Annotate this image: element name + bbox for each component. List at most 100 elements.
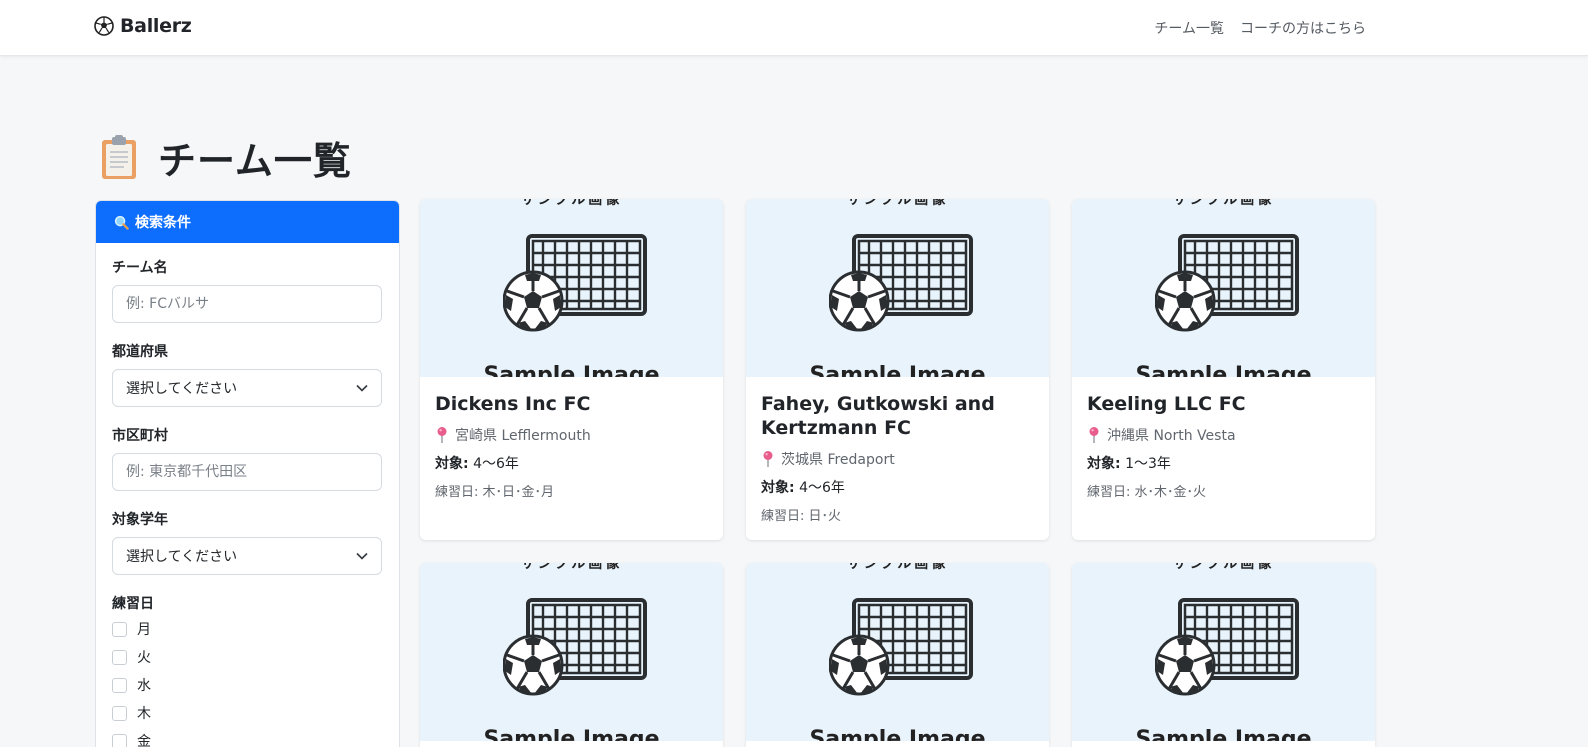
target-label: 対象: <box>435 455 469 472</box>
team-image: サンプル画像 Sample Image <box>1072 563 1375 741</box>
team-location-text: 茨城県 Fredaport <box>781 451 895 468</box>
days-group: 練習日 月 火 水 木 金 <box>112 593 383 747</box>
image-caption: Sample Image <box>483 727 660 741</box>
image-caption: Sample Image <box>1135 363 1312 377</box>
day-label: 月 <box>137 622 151 638</box>
team-target: 対象: 4〜6年 <box>435 453 708 473</box>
team-name-group: チーム名 <box>112 257 383 323</box>
magnifier-icon <box>114 215 129 230</box>
day-checkbox-thu[interactable]: 木 <box>112 699 383 727</box>
checkbox[interactable] <box>112 677 127 693</box>
day-label: 木 <box>137 706 151 722</box>
prefecture-label: 都道府県 <box>112 344 168 360</box>
team-image: サンプル画像 Sample Image <box>746 563 1049 741</box>
team-location: 茨城県 Fredaport <box>761 449 1034 469</box>
days-label: 練習日 <box>112 596 154 612</box>
day-label: 水 <box>137 678 151 694</box>
brand-link[interactable]: Ballerz <box>94 15 192 37</box>
nav-link-team-list[interactable]: チーム一覧 <box>1154 18 1224 38</box>
team-target: 対象: 4〜6年 <box>761 477 1034 497</box>
clipboard-icon <box>102 134 136 179</box>
day-checkbox-wed[interactable]: 水 <box>112 671 383 699</box>
search-header-label: 検索条件 <box>135 215 191 231</box>
team-image: サンプル画像 Sample Image <box>746 199 1049 377</box>
prefecture-select-value: 選択してください <box>126 381 238 397</box>
soccer-goal-icon <box>1155 234 1299 332</box>
search-form: チーム名 都道府県 選択してください 市区町村 対象学年 選択してください 練習… <box>96 243 399 747</box>
navbar: Ballerz チーム一覧 コーチの方はこちら <box>0 0 1588 56</box>
target-value: 1〜3年 <box>1125 455 1171 472</box>
team-practice-days: 練習日: 木･日･金･月 <box>435 484 555 500</box>
team-practice-days: 練習日: 水･木･金･火 <box>1087 484 1207 500</box>
day-checkbox-fri[interactable]: 金 <box>112 727 383 747</box>
image-caption: Sample Image <box>483 363 660 377</box>
nav-link-coach[interactable]: コーチの方はこちら <box>1240 18 1366 38</box>
image-caption-top: サンプル画像 <box>846 563 949 572</box>
page-title-text: チーム一覧 <box>158 139 352 183</box>
image-caption: Sample Image <box>1135 727 1312 741</box>
round-pushpin-icon <box>437 426 447 443</box>
day-checkbox-tue[interactable]: 火 <box>112 643 383 671</box>
grade-select-value: 選択してください <box>126 549 238 565</box>
team-image: サンプル画像 Sample Image <box>420 563 723 741</box>
day-label: 火 <box>137 650 151 666</box>
team-location: 宮崎県 Lefflermouth <box>435 425 708 445</box>
checkbox[interactable] <box>112 621 127 637</box>
image-caption-top: サンプル画像 <box>846 199 949 208</box>
round-pushpin-icon <box>1089 426 1099 443</box>
card-body: Fahey, Gutkowski and Kertzmann FC 茨城県 Fr… <box>746 377 1049 540</box>
target-value: 4〜6年 <box>799 479 845 496</box>
prefecture-group: 都道府県 選択してください <box>112 341 383 407</box>
team-location-text: 宮崎県 Lefflermouth <box>455 427 591 444</box>
soccer-goal-icon <box>829 234 973 332</box>
image-caption: Sample Image <box>809 727 986 741</box>
image-caption-top: サンプル画像 <box>1172 199 1275 208</box>
day-label: 金 <box>137 734 151 747</box>
search-panel: 検索条件 チーム名 都道府県 選択してください 市区町村 対象学年 選択してくだ… <box>95 200 400 747</box>
target-value: 4〜6年 <box>473 455 519 472</box>
image-caption-top: サンプル画像 <box>520 563 623 572</box>
team-name[interactable]: Keeling LLC FC <box>1087 393 1360 417</box>
team-card[interactable]: サンプル画像 Sample Image Keeling LLC FC 沖縄県 N… <box>1072 199 1375 540</box>
prefecture-select[interactable]: 選択してください <box>112 369 382 407</box>
grade-select[interactable]: 選択してください <box>112 537 382 575</box>
team-card[interactable]: サンプル画像 Sample Image <box>1072 563 1375 747</box>
team-card[interactable]: サンプル画像 Sample Image Dickens Inc FC 宮崎県 L… <box>420 199 723 540</box>
team-name[interactable]: Dickens Inc FC <box>435 393 708 417</box>
brand-name: Ballerz <box>120 15 192 37</box>
target-label: 対象: <box>1087 455 1121 472</box>
team-card[interactable]: サンプル画像 Sample Image <box>420 563 723 747</box>
team-location-text: 沖縄県 North Vesta <box>1107 427 1236 444</box>
team-image: サンプル画像 Sample Image <box>420 199 723 377</box>
grade-group: 対象学年 選択してください <box>112 509 383 575</box>
day-checkbox-mon[interactable]: 月 <box>112 615 383 643</box>
grade-label: 対象学年 <box>112 512 168 528</box>
soccer-goal-icon <box>1155 598 1299 696</box>
team-name-input[interactable] <box>112 285 382 323</box>
team-card[interactable]: サンプル画像 Sample Image Fahey, Gutkowski and… <box>746 199 1049 540</box>
team-image: サンプル画像 Sample Image <box>1072 199 1375 377</box>
soccer-goal-icon <box>503 598 647 696</box>
page-title: チーム一覧 <box>100 130 352 185</box>
chevron-down-icon <box>356 384 368 392</box>
chevron-down-icon <box>356 552 368 560</box>
image-caption-top: サンプル画像 <box>520 199 623 208</box>
team-name[interactable]: Fahey, Gutkowski and Kertzmann FC <box>761 393 1034 441</box>
city-group: 市区町村 <box>112 425 383 491</box>
nav-links: チーム一覧 コーチの方はこちら <box>1154 18 1366 38</box>
search-header: 検索条件 <box>96 201 399 243</box>
image-caption: Sample Image <box>809 363 986 377</box>
card-body: Keeling LLC FC 沖縄県 North Vesta 対象: 1〜3年 … <box>1072 377 1375 518</box>
team-target: 対象: 1〜3年 <box>1087 453 1360 473</box>
target-label: 対象: <box>761 479 795 496</box>
image-caption-top: サンプル画像 <box>1172 563 1275 572</box>
soccer-goal-icon <box>503 234 647 332</box>
city-input[interactable] <box>112 453 382 491</box>
soccer-ball-icon <box>94 16 114 36</box>
round-pushpin-icon <box>763 450 773 467</box>
team-card[interactable]: サンプル画像 Sample Image <box>746 563 1049 747</box>
checkbox[interactable] <box>112 705 127 721</box>
team-practice-days: 練習日: 日･火 <box>761 508 842 524</box>
checkbox[interactable] <box>112 649 127 665</box>
checkbox[interactable] <box>112 733 127 747</box>
